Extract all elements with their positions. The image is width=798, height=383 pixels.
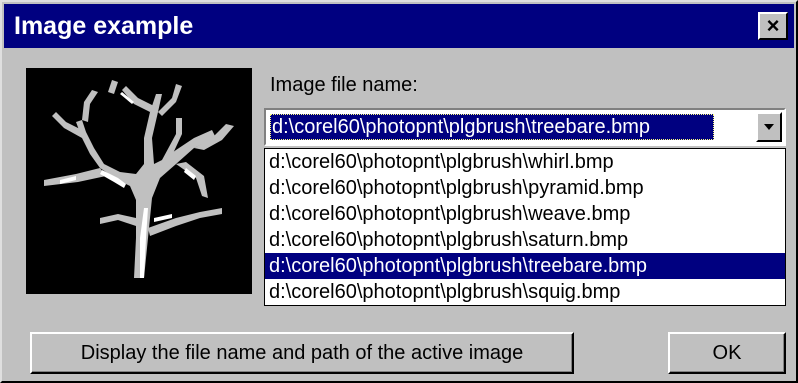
list-item[interactable]: d:\corel60\photopnt\plgbrush\weave.bmp <box>265 201 785 227</box>
list-item[interactable]: d:\corel60\photopnt\plgbrush\squig.bmp <box>265 279 785 305</box>
title-bar[interactable]: Image example × <box>4 4 794 48</box>
image-file-combobox[interactable]: d:\corel60\photopnt\plgbrush\treebare.bm… <box>264 108 786 146</box>
dropdown-arrow-icon <box>764 124 774 130</box>
display-file-name-button[interactable]: Display the file name and path of the ac… <box>30 332 574 374</box>
list-item-selected[interactable]: d:\corel60\photopnt\plgbrush\treebare.bm… <box>265 253 785 279</box>
tree-image <box>44 80 234 278</box>
dropdown-button[interactable] <box>756 112 782 142</box>
close-button[interactable]: × <box>758 12 788 40</box>
close-icon: × <box>766 13 780 38</box>
image-preview <box>26 68 252 294</box>
list-item[interactable]: d:\corel60\photopnt\plgbrush\whirl.bmp <box>265 149 785 175</box>
image-file-name-label: Image file name: <box>270 74 418 96</box>
image-file-dropdown-list[interactable]: d:\corel60\photopnt\plgbrush\whirl.bmp d… <box>264 148 786 306</box>
list-item[interactable]: d:\corel60\photopnt\plgbrush\saturn.bmp <box>265 227 785 253</box>
ok-button[interactable]: OK <box>668 332 786 374</box>
dialog-window: Image example × Image file name: d:\core… <box>0 0 798 383</box>
list-item[interactable]: d:\corel60\photopnt\plgbrush\pyramid.bmp <box>265 175 785 201</box>
window-title: Image example <box>14 12 194 40</box>
combobox-value[interactable]: d:\corel60\photopnt\plgbrush\treebare.bm… <box>270 114 714 140</box>
